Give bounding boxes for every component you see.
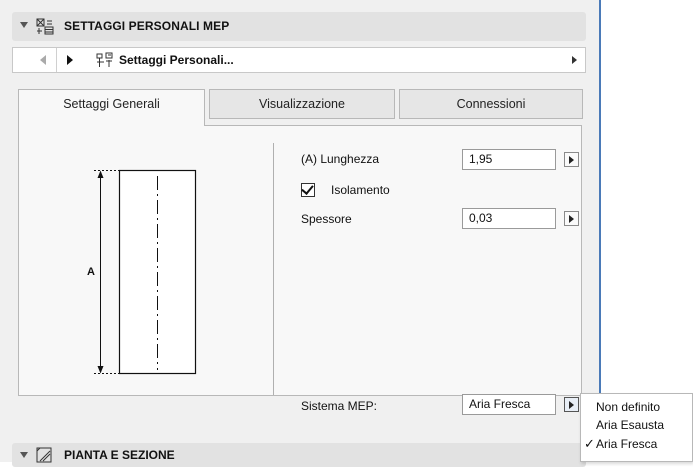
menu-item-label: Aria Fresca [596,437,658,451]
insulation-checkbox[interactable] [301,182,315,197]
tab-label: Connessioni [456,97,526,111]
thickness-pet-palette-button[interactable] [564,211,579,226]
checkmark-icon [301,182,314,195]
tab-visualizzazione[interactable]: Visualizzazione [209,89,395,119]
favorites-label[interactable]: Settaggi Personali... [119,53,234,67]
menu-item-aria-fresca[interactable]: ✓ Aria Fresca [581,435,692,453]
mep-settings-icon [36,18,54,35]
mep-system-field[interactable]: Aria Fresca [462,394,556,415]
menu-item-label: Non definito [596,400,661,414]
vertical-divider [273,143,274,395]
menu-item-label: Aria Esausta [596,418,665,432]
mep-system-label: Sistema MEP: [301,399,378,413]
thickness-label: Spessore [301,212,352,226]
collapse-triangle-icon[interactable] [20,22,28,28]
thickness-input[interactable]: 0,03 [462,208,556,229]
arrow-left-icon [40,55,46,65]
check-icon: ✓ [584,436,595,451]
mep-object-icon [96,52,113,67]
section-title: PIANTA E SEZIONE [64,448,175,462]
mep-system-dropdown-button[interactable] [564,397,579,412]
mep-system-dropdown-menu: Non definito Aria Esausta ✓ Aria Fresca [580,393,693,462]
tab-label: Settaggi Generali [63,97,160,111]
next-button[interactable] [57,48,83,72]
expand-arrow-icon[interactable] [572,56,577,64]
tab-settaggi-generali[interactable]: Settaggi Generali [18,89,205,126]
section-header-floor-plan[interactable]: PIANTA E SEZIONE [12,443,586,467]
length-pet-palette-button[interactable] [564,152,579,167]
menu-item-aria-esausta[interactable]: Aria Esausta [581,416,692,434]
duct-preview-drawing [94,169,197,375]
section-header-mep-settings[interactable]: SETTAGGI PERSONALI MEP [12,12,586,41]
floor-plan-section-icon [36,447,52,463]
tab-label: Visualizzazione [259,97,345,111]
menu-item-non-definito[interactable]: Non definito [581,398,692,416]
insulation-label: Isolamento [331,183,390,197]
tab-connessioni[interactable]: Connessioni [399,89,583,119]
arrow-right-icon [67,55,73,65]
section-title: SETTAGGI PERSONALI MEP [64,19,230,33]
length-input[interactable]: 1,95 [462,149,556,170]
collapse-triangle-icon[interactable] [20,452,28,458]
length-label: (A) Lunghezza [301,152,380,166]
favorites-nav-bar: Settaggi Personali... [12,47,586,73]
dimension-a-label: A [87,266,95,278]
previous-button[interactable] [31,48,57,72]
